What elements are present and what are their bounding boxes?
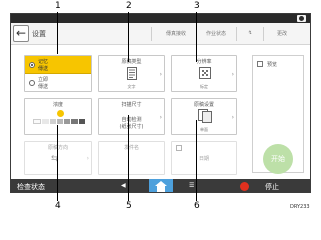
tile-label: 发件名 [123, 145, 139, 151]
callout-4: 4 [55, 201, 61, 211]
tile-label: 日期 [198, 156, 209, 162]
transmission-mode-tile: 记忆 傳送 立即 傳送 [24, 55, 92, 92]
original-orientation-tile[interactable]: 原稿方向 ⇆ › [24, 141, 92, 175]
tile-label: 原稿方向 [25, 144, 91, 151]
page-title: 设置 [32, 30, 46, 38]
chevron-right-icon: › [86, 155, 89, 162]
option-sublabel: 傳送 [38, 66, 49, 72]
divider [263, 27, 264, 41]
change-tab[interactable]: 更改 [277, 30, 287, 37]
home-button[interactable] [149, 179, 173, 192]
option-sublabel: 傳送 [38, 84, 49, 90]
tile-value-line1: 自动检测 [121, 117, 142, 123]
callout-3: 3 [194, 1, 200, 11]
tile-label: 原稿类型 [121, 59, 142, 65]
back-arrow-icon: ← [15, 26, 27, 40]
leader-line-6 [196, 120, 197, 201]
density-indicator-icon [57, 110, 64, 117]
preview-label: 预览 [267, 62, 278, 68]
immediate-send-option[interactable]: 立即 傳送 [25, 74, 91, 92]
date-tile[interactable]: 日期 [171, 141, 237, 175]
radio-selected-icon [29, 62, 35, 68]
tile-value: 单面 [200, 127, 208, 132]
header-bar: ← 设置 傳真接收 作业状态 ↯ 更改 [11, 23, 310, 45]
home-icon [155, 181, 167, 192]
sender-name-tile[interactable]: 发件名 [98, 141, 165, 175]
tile-value-line2: (纸张尺寸) [119, 124, 144, 130]
energy-saver-icon[interactable] [297, 15, 306, 22]
back-button[interactable]: ← [13, 25, 29, 42]
stop-icon [240, 182, 249, 191]
status-strip [11, 14, 310, 23]
menu-icon[interactable]: ☰ [189, 182, 194, 189]
density-scale [33, 119, 85, 124]
callout-1: 1 [55, 1, 61, 11]
figure-code: DRY233 [290, 204, 310, 210]
callout-5: 5 [126, 201, 132, 211]
figure: 1 2 3 ← 设置 傳真接收 作业状态 ↯ 更改 记忆 傳送 立即 傳送 原稿… [0, 0, 321, 213]
chevron-right-icon: › [159, 113, 162, 121]
tile-label: 扫描尺寸 [121, 102, 142, 108]
callout-6: 6 [194, 201, 200, 211]
tile-value: 标定 [200, 84, 208, 89]
bottom-bar: 检查状态 ◀ ☰ 停止 [11, 179, 310, 192]
back-triangle-icon[interactable]: ◀ [121, 182, 126, 189]
stop-button[interactable]: 停止 [265, 182, 279, 192]
control-panel-screen: ← 设置 傳真接收 作业状态 ↯ 更改 记忆 傳送 立即 傳送 原稿类型 文字 … [10, 13, 311, 193]
tile-label: 分辨率 [196, 59, 212, 65]
option-label: 立即 [38, 77, 49, 83]
leader-line-5 [128, 115, 129, 201]
chevron-right-icon: › [231, 70, 234, 78]
scan-size-tile[interactable]: 扫描尺寸 自动检测 (纸张尺寸) › [98, 98, 165, 135]
divider [236, 27, 237, 41]
job-status-tab[interactable]: 作业状态 [206, 30, 226, 37]
radio-empty-icon [29, 80, 35, 86]
checkbox[interactable] [176, 145, 182, 151]
memory-send-option[interactable]: 记忆 傳送 [25, 56, 91, 74]
leader-line-4 [57, 125, 58, 201]
chevron-right-icon: › [159, 70, 162, 78]
chevron-right-icon: › [231, 113, 234, 121]
divider [151, 27, 152, 41]
original-type-tile[interactable]: 原稿类型 文字 › [98, 55, 165, 92]
callout-2: 2 [126, 1, 132, 11]
tile-value: 文字 [127, 84, 136, 89]
preview-checkbox[interactable] [257, 61, 263, 67]
single-sided-icon [198, 109, 212, 123]
tile-label: 原稿设置 [193, 102, 214, 108]
option-label: 记忆 [38, 59, 49, 65]
resolution-icon [199, 67, 211, 79]
check-status-button[interactable]: 检查状态 [17, 182, 45, 192]
leader-line-3 [196, 12, 197, 62]
leader-line-2 [128, 12, 129, 62]
density-tile[interactable]: 浓度 [24, 98, 92, 135]
resolution-tile[interactable]: 分辨率 标定 › [171, 55, 237, 92]
tool-icon[interactable]: ↯ [248, 30, 252, 36]
fax-receive-tab[interactable]: 傳真接收 [166, 30, 186, 37]
tile-label: 浓度 [52, 102, 63, 108]
original-settings-tile[interactable]: 原稿设置 单面 › [171, 98, 237, 135]
leader-line-1 [57, 12, 58, 54]
text-document-icon [127, 67, 137, 80]
start-button[interactable]: 开始 [263, 144, 293, 174]
